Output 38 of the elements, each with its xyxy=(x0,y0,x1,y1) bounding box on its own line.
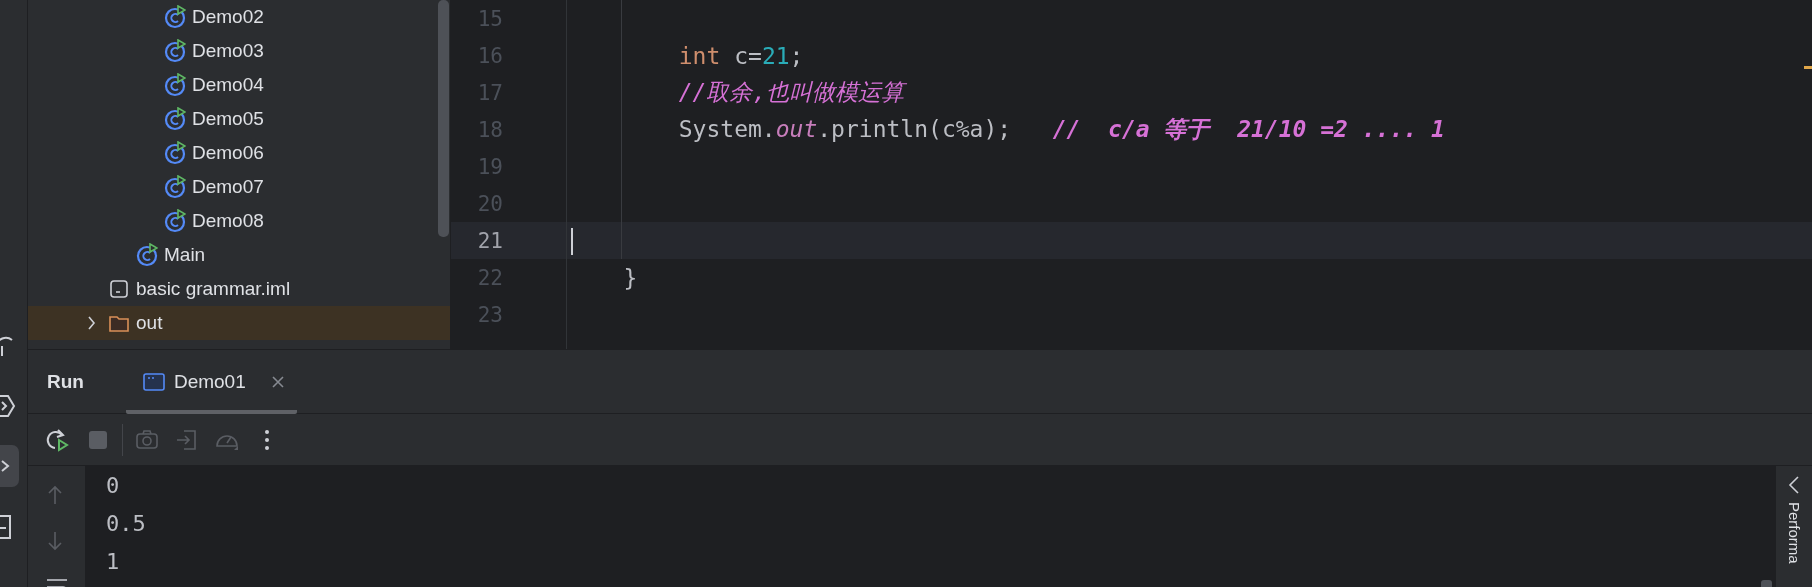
class-icon xyxy=(136,243,158,267)
run-tab[interactable]: Demo01 xyxy=(125,350,297,414)
tree-item[interactable]: Demo03 xyxy=(28,34,450,68)
code-line: //取余,也叫做模运算 xyxy=(677,78,905,107)
close-icon xyxy=(270,374,285,389)
console-output-line: 0 xyxy=(106,472,120,498)
tree-item[interactable]: Demo07 xyxy=(28,170,450,204)
tree-item[interactable]: Demo06 xyxy=(28,136,450,170)
class-icon xyxy=(164,39,186,63)
tree-item[interactable]: Demo08 xyxy=(28,204,450,238)
rerun-icon xyxy=(45,426,71,453)
console-output-line: 0.5 xyxy=(106,510,146,536)
class-icon xyxy=(164,175,186,199)
tree-item[interactable]: basic grammar.iml xyxy=(28,272,450,306)
file-icon xyxy=(108,277,130,301)
class-icon xyxy=(164,5,186,29)
tree-item[interactable]: Demo02 xyxy=(28,0,450,34)
console-output-line: 1 xyxy=(106,548,120,574)
class-icon xyxy=(164,141,186,165)
console-icon xyxy=(142,371,165,392)
code-line: System.out.println(c%a); // c/a 等于 21/10 =2 .... 1 xyxy=(677,115,1445,144)
class-icon xyxy=(164,73,186,97)
code-line: } xyxy=(622,264,638,291)
more-icon xyxy=(264,428,270,451)
tree-item[interactable]: Main xyxy=(28,238,450,272)
panel-title: Run xyxy=(47,370,84,393)
class-icon xyxy=(164,209,186,233)
text-caret xyxy=(571,228,573,255)
services-icon xyxy=(0,392,16,420)
line-number: 21 xyxy=(476,228,504,253)
run-tool-button[interactable] xyxy=(0,445,19,487)
side-panel-tab[interactable]: Performa xyxy=(1785,502,1803,564)
code-line: int c=21; xyxy=(677,42,804,69)
scrollbar-thumb[interactable] xyxy=(438,0,449,237)
tree-item[interactable]: Demo05 xyxy=(28,102,450,136)
class-icon xyxy=(164,107,186,131)
chevron-left-icon xyxy=(1788,476,1800,494)
tree-item[interactable]: Demo04 xyxy=(28,68,450,102)
